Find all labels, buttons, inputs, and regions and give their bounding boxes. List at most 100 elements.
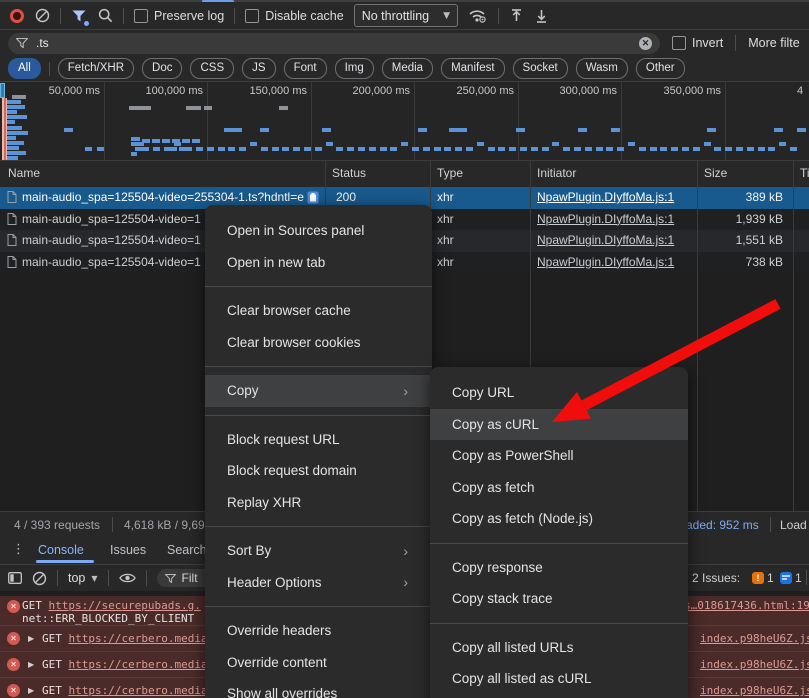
column-header-size[interactable]: Size [704,166,727,180]
more-filters-label[interactable]: More filte [748,36,799,50]
source-location-link[interactable]: index.p98heU6Z.js [700,632,809,645]
search-icon[interactable] [97,8,113,24]
breaking-change-issue-icon[interactable]: ! [752,572,764,584]
submenu-item-copy-as-curl[interactable]: Copy as cURL [430,409,688,441]
expand-caret-icon[interactable]: ▶ [28,686,34,695]
request-type-chip-fetch-xhr[interactable]: Fetch/XHR [58,58,134,79]
execution-context-selector[interactable]: top ▼ [68,571,98,585]
kebab-menu-icon[interactable]: ⋮ [12,542,25,557]
request-initiator-link[interactable]: NpawPlugin.DIyffoMa.js:1 [537,212,674,226]
context-menu-item-open-in-new-tab[interactable]: Open in new tab [205,247,432,279]
export-har-icon[interactable] [534,8,549,24]
context-menu-item-show-all-overrides[interactable]: Show all overrides [205,678,432,698]
request-type-chip-manifest[interactable]: Manifest [441,58,504,79]
source-location-link[interactable]: s…018617436.html:19 [684,599,809,612]
waterfall-bar [7,115,27,119]
network-conditions-icon[interactable] [468,8,488,24]
submenu-item-copy-all-listed-urls[interactable]: Copy all listed URLs [430,632,688,664]
request-type-chip-media[interactable]: Media [382,58,433,79]
source-location-link[interactable]: index.p98heU6Z.js [700,658,809,671]
request-url-link[interactable]: https://cerbero.media [69,658,208,671]
context-menu-item-replay-xhr[interactable]: Replay XHR [205,487,432,519]
timeline-axis-label: 300,000 ms [537,85,617,97]
waterfall-bar [682,147,689,151]
context-menu-item-open-in-sources-panel[interactable]: Open in Sources panel [205,215,432,247]
document-icon [7,256,17,268]
tab-issues[interactable]: Issues [110,543,146,557]
waterfall-bar [418,128,427,132]
page-error-issue-count: 1 [795,571,802,585]
request-initiator-link[interactable]: NpawPlugin.DIyffoMa.js:1 [537,190,674,204]
submenu-item-copy-url[interactable]: Copy URL [430,377,688,409]
request-initiator-link[interactable]: NpawPlugin.DIyffoMa.js:1 [537,233,674,247]
throttling-select[interactable]: No throttling ▼ [354,4,458,27]
import-har-icon[interactable] [509,8,524,24]
disable-cache-checkbox[interactable] [245,9,259,23]
column-header-name[interactable]: Name [8,166,40,180]
clear-network-log-button[interactable] [34,8,50,24]
waterfall-bar [516,128,525,132]
context-menu-item-header-options[interactable]: Header Options› [205,567,432,599]
filter-toggle-icon[interactable] [71,8,87,24]
context-menu-item-override-headers[interactable]: Override headers [205,615,432,647]
timeline-axis-label: 200,000 ms [330,85,410,97]
clear-filter-icon[interactable]: ✕ [639,37,652,50]
request-type-chip-all[interactable]: All [8,58,41,79]
network-overview-timeline[interactable]: 50,000 ms100,000 ms150,000 ms200,000 ms2… [0,82,809,161]
expand-caret-icon[interactable]: ▶ [28,660,34,669]
context-menu-item-copy[interactable]: Copy› [205,375,432,407]
console-sidebar-icon[interactable] [8,572,22,584]
live-expression-eye-icon[interactable] [119,572,136,584]
context-menu-item-clear-browser-cache[interactable]: Clear browser cache [205,295,432,327]
context-menu-item-clear-browser-cookies[interactable]: Clear browser cookies [205,327,432,359]
request-type-chip-js[interactable]: JS [242,58,275,79]
preserve-log-checkbox[interactable] [134,9,148,23]
column-header-initiator[interactable]: Initiator [537,166,576,180]
tab-console[interactable]: Console [38,543,84,557]
context-menu-item-block-request-url[interactable]: Block request URL [205,424,432,456]
waterfall-bar [207,147,214,151]
invert-filter-checkbox[interactable] [672,36,686,50]
request-type-chip-doc[interactable]: Doc [142,58,182,79]
source-location-link[interactable]: index.p98heU6Z.js [700,684,809,697]
transfer-size: 4,618 kB / 9,698 [124,518,211,532]
request-type-chip-font[interactable]: Font [284,58,327,79]
column-header-type[interactable]: Type [437,166,463,180]
request-url-link[interactable]: https://cerbero.media [69,684,208,697]
request-initiator-link[interactable]: NpawPlugin.DIyffoMa.js:1 [537,255,674,269]
waterfall-bar [129,106,151,110]
waterfall-bar [7,100,21,104]
tab-issues-label: Issues [110,543,146,557]
submenu-item-copy-all-listed-as-curl[interactable]: Copy all listed as cURL [430,663,688,695]
request-type-filter-row: All Fetch/XHR Doc CSS JS Font Img Media Manifest… [0,56,809,82]
column-header-status[interactable]: Status [332,166,366,180]
submenu-item-copy-response[interactable]: Copy response [430,552,688,584]
console-message-text: GET https://cerbero.media [42,684,208,697]
menu-item-label: Replay XHR [227,495,301,510]
submenu-item-copy-as-fetch-node-js[interactable]: Copy as fetch (Node.js) [430,503,688,535]
request-type-chip-img[interactable]: Img [335,58,374,79]
request-url-link[interactable]: https://cerbero.media [69,632,208,645]
request-type-chip-other[interactable]: Other [636,58,685,79]
request-type-chip-socket[interactable]: Socket [513,58,568,79]
submenu-item-copy-as-fetch[interactable]: Copy as fetch [430,472,688,504]
request-type-chip-wasm[interactable]: Wasm [576,58,628,79]
filter-input[interactable]: .ts ✕ [8,33,660,54]
tab-search[interactable]: Search [167,543,207,557]
context-menu-item-block-request-domain[interactable]: Block request domain [205,455,432,487]
issues-summary-label[interactable]: 2 Issues: [692,571,740,585]
clear-console-icon[interactable] [32,571,47,586]
request-type-chip-css[interactable]: CSS [190,58,234,79]
record-network-log-button[interactable] [10,9,24,23]
context-menu-item-override-content[interactable]: Override content [205,647,432,679]
waterfall-bar [707,128,716,132]
request-url-link[interactable]: https://securepubads.g. [49,599,201,612]
page-error-issue-icon[interactable] [780,572,792,584]
expand-caret-icon[interactable]: ▶ [28,634,34,643]
context-menu-item-sort-by[interactable]: Sort By› [205,535,432,567]
submenu-item-copy-stack-trace[interactable]: Copy stack trace [430,583,688,615]
console-toolbar-divider [146,570,147,586]
menu-item-label: Copy stack trace [452,591,553,606]
submenu-item-copy-as-powershell[interactable]: Copy as PowerShell [430,440,688,472]
column-header-ti[interactable]: Ti [800,166,809,180]
